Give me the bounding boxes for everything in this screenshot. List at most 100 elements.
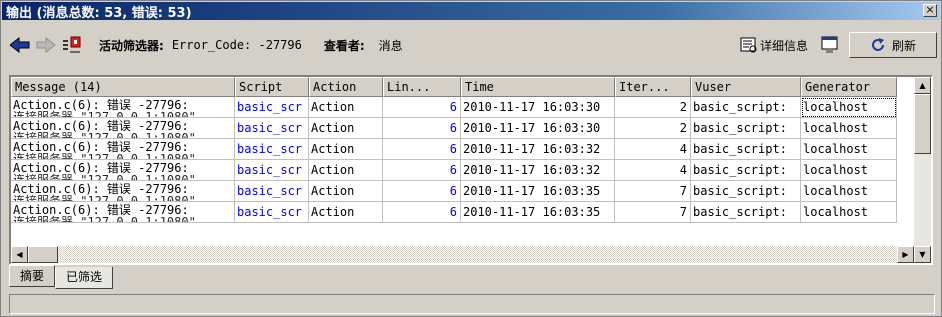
cell-message: Action.c(6): 错误 -27796: 连接服务器 "127.0.0.1:… bbox=[11, 118, 235, 139]
cell-message: Action.c(6): 错误 -27796: 连接服务器 "127.0.0.1:… bbox=[11, 139, 235, 160]
cell-line: 6 bbox=[383, 181, 461, 202]
cell-action: Action bbox=[309, 97, 383, 118]
table-row[interactable]: Action.c(6): 错误 -27796: 连接服务器 "127.0.0.1:… bbox=[11, 118, 897, 139]
cell-script[interactable]: basic_scr bbox=[235, 181, 309, 202]
message-text-continued: 连接服务器 "127.0.0.1:1080" bbox=[13, 215, 196, 223]
tab-filtered[interactable]: 已筛选 bbox=[55, 267, 114, 289]
cell-vuser: basic_script: bbox=[691, 202, 801, 223]
horizontal-scroll-thumb[interactable] bbox=[28, 246, 58, 263]
horizontal-scrollbar[interactable]: ◀ ▶ bbox=[11, 246, 914, 263]
window-icon[interactable] bbox=[817, 33, 843, 57]
cell-generator: localhost bbox=[801, 118, 897, 139]
table-row[interactable]: Action.c(6): 错误 -27796: 连接服务器 "127.0.0.1:… bbox=[11, 97, 897, 118]
table-row[interactable]: Action.c(6): 错误 -27796: 连接服务器 "127.0.0.1:… bbox=[11, 202, 897, 223]
column-header-time[interactable]: Time bbox=[461, 77, 615, 97]
cell-line: 6 bbox=[383, 160, 461, 181]
scroll-down-icon[interactable]: ▼ bbox=[914, 246, 931, 263]
cell-script[interactable]: basic_scr bbox=[235, 118, 309, 139]
cell-action: Action bbox=[309, 160, 383, 181]
cell-generator: localhost bbox=[801, 202, 897, 223]
cell-iteration: 7 bbox=[615, 181, 691, 202]
details-label: 详细信息 bbox=[759, 38, 808, 53]
back-arrow-icon[interactable] bbox=[7, 33, 33, 57]
column-header-message[interactable]: Message (14) bbox=[11, 77, 235, 97]
viewer-value: 消息 bbox=[378, 38, 403, 53]
vertical-scrollbar[interactable]: ▲ ▼ bbox=[914, 77, 931, 263]
message-text-continued: 连接服务器 "127.0.0.1:1080" bbox=[13, 173, 196, 181]
column-header-vuser[interactable]: Vuser bbox=[691, 77, 801, 97]
table-row[interactable]: Action.c(6): 错误 -27796: 连接服务器 "127.0.0.1:… bbox=[11, 160, 897, 181]
cell-time: 2010-11-17 16:03:32 bbox=[461, 139, 615, 160]
refresh-icon bbox=[872, 38, 884, 51]
cell-time: 2010-11-17 16:03:35 bbox=[461, 181, 615, 202]
cell-script[interactable]: basic_scr bbox=[235, 139, 309, 160]
column-header-action[interactable]: Action bbox=[309, 77, 383, 97]
cell-vuser: basic_script: bbox=[691, 181, 801, 202]
cell-vuser: basic_script: bbox=[691, 118, 801, 139]
column-header-iteration[interactable]: Iter... bbox=[615, 77, 691, 97]
cell-vuser: basic_script: bbox=[691, 97, 801, 118]
cell-time: 2010-11-17 16:03:35 bbox=[461, 202, 615, 223]
forward-arrow-icon[interactable] bbox=[33, 33, 59, 57]
details-button[interactable]: 详细信息 bbox=[734, 32, 813, 58]
scroll-up-icon[interactable]: ▲ bbox=[914, 77, 931, 94]
cell-time: 2010-11-17 16:03:32 bbox=[461, 160, 615, 181]
column-header-line[interactable]: Lin... bbox=[383, 77, 461, 97]
details-icon bbox=[740, 37, 757, 53]
column-header-generator[interactable]: Generator bbox=[801, 77, 897, 97]
cell-line: 6 bbox=[383, 97, 461, 118]
cell-action: Action bbox=[309, 118, 383, 139]
cell-line: 6 bbox=[383, 139, 461, 160]
scroll-left-icon[interactable]: ◀ bbox=[11, 246, 28, 263]
output-window: 输出 (消息总数: 53, 错误: 53) × 活动筛选器: Error_Cod… bbox=[0, 0, 942, 317]
cell-message: Action.c(6): 错误 -27796: 连接服务器 "127.0.0.1:… bbox=[11, 97, 235, 118]
cell-time: 2010-11-17 16:03:30 bbox=[461, 97, 615, 118]
tab-summary[interactable]: 摘要 bbox=[9, 265, 56, 287]
cell-message: Action.c(6): 错误 -27796: 连接服务器 "127.0.0.1:… bbox=[11, 202, 235, 223]
cell-generator: localhost bbox=[801, 97, 897, 118]
cell-script[interactable]: basic_scr bbox=[235, 97, 309, 118]
status-bar bbox=[9, 294, 935, 314]
message-text-continued: 连接服务器 "127.0.0.1:1080" bbox=[13, 110, 196, 118]
cell-iteration: 2 bbox=[615, 118, 691, 139]
cell-iteration: 4 bbox=[615, 160, 691, 181]
message-text-continued: 连接服务器 "127.0.0.1:1080" bbox=[13, 131, 196, 139]
cell-vuser: basic_script: bbox=[691, 160, 801, 181]
table-row[interactable]: Action.c(6): 错误 -27796: 连接服务器 "127.0.0.1:… bbox=[11, 181, 897, 202]
active-filter-value: Error_Code: -27796 bbox=[171, 38, 302, 52]
table-header: Message (14) Script Action Lin... Time Iter..… bbox=[11, 77, 897, 97]
title-bar[interactable]: 输出 (消息总数: 53, 错误: 53) × bbox=[2, 2, 940, 21]
messages-table[interactable]: Message (14) Script Action Lin... Time Iter..… bbox=[9, 75, 933, 265]
tab-strip: 摘要 已筛选 bbox=[9, 265, 114, 289]
table-row[interactable]: Action.c(6): 错误 -27796: 连接服务器 "127.0.0.1:… bbox=[11, 139, 897, 160]
close-button[interactable]: × bbox=[923, 4, 937, 17]
cell-message: Action.c(6): 错误 -27796: 连接服务器 "127.0.0.1:… bbox=[11, 181, 235, 202]
refresh-label: 刷新 bbox=[891, 38, 916, 53]
cell-vuser: basic_script: bbox=[691, 139, 801, 160]
viewer-label: 查看者: bbox=[323, 38, 365, 53]
cell-line: 6 bbox=[383, 118, 461, 139]
message-text-continued: 连接服务器 "127.0.0.1:1080" bbox=[13, 194, 196, 202]
cell-generator: localhost bbox=[801, 160, 897, 181]
column-header-script[interactable]: Script bbox=[235, 77, 309, 97]
message-text-continued: 连接服务器 "127.0.0.1:1080" bbox=[13, 152, 196, 160]
filter-icon[interactable] bbox=[59, 33, 85, 57]
table-body: Action.c(6): 错误 -27796: 连接服务器 "127.0.0.1:… bbox=[11, 97, 897, 223]
toolbar: 活动筛选器: Error_Code: -27796 查看者: 消息 详细信息 刷… bbox=[7, 26, 937, 64]
vertical-scroll-thumb[interactable] bbox=[914, 94, 931, 154]
cell-iteration: 2 bbox=[615, 97, 691, 118]
cell-action: Action bbox=[309, 202, 383, 223]
active-filter-label: 活动筛选器: bbox=[99, 38, 164, 53]
cell-action: Action bbox=[309, 181, 383, 202]
cell-action: Action bbox=[309, 139, 383, 160]
refresh-button[interactable]: 刷新 bbox=[849, 32, 937, 58]
cell-script[interactable]: basic_scr bbox=[235, 202, 309, 223]
cell-line: 6 bbox=[383, 202, 461, 223]
window-title: 输出 (消息总数: 53, 错误: 53) bbox=[6, 5, 192, 21]
cell-time: 2010-11-17 16:03:30 bbox=[461, 118, 615, 139]
cell-script[interactable]: basic_scr bbox=[235, 160, 309, 181]
cell-generator: localhost bbox=[801, 139, 897, 160]
scroll-right-icon[interactable]: ▶ bbox=[897, 246, 914, 263]
cell-generator: localhost bbox=[801, 181, 897, 202]
cell-iteration: 4 bbox=[615, 139, 691, 160]
